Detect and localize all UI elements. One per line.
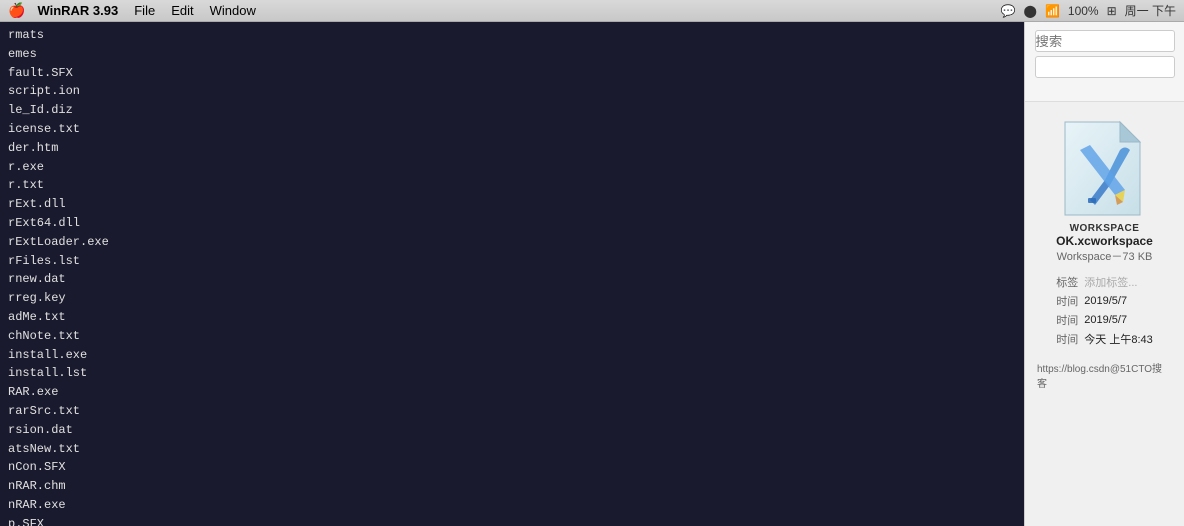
modified-label: 时间 xyxy=(1056,312,1084,328)
list-item[interactable]: atsNew.txt xyxy=(0,440,1024,459)
wifi-icon: 📶 xyxy=(1045,4,1060,18)
list-item[interactable]: rsion.dat xyxy=(0,421,1024,440)
list-item[interactable]: rmats xyxy=(0,26,1024,45)
list-item[interactable]: rExtLoader.exe xyxy=(0,233,1024,252)
list-item[interactable]: icense.txt xyxy=(0,120,1024,139)
accessed-label: 时间 xyxy=(1056,331,1084,347)
preview-icon-area: WORKSPACE OK.xcworkspace Workspace－73 KB… xyxy=(1025,102,1184,526)
tag-row: 标签 添加标签... xyxy=(1056,274,1152,290)
list-item[interactable]: nRAR.exe xyxy=(0,496,1024,515)
preview-meta: 标签 添加标签... 时间 2019/5/7 时间 2019/5/7 时间 今天… xyxy=(1048,270,1160,354)
preview-top xyxy=(1025,22,1184,102)
menu-file[interactable]: File xyxy=(134,3,155,18)
list-item[interactable]: adMe.txt xyxy=(0,308,1024,327)
list-item[interactable]: r.exe xyxy=(0,158,1024,177)
date-time: 周一 下午 xyxy=(1125,2,1176,19)
bluetooth-icon: ⬤ xyxy=(1024,4,1037,18)
list-item[interactable]: rExt.dll xyxy=(0,195,1024,214)
search-input-2[interactable] xyxy=(1035,56,1175,78)
menu-edit[interactable]: Edit xyxy=(171,3,193,18)
list-item[interactable]: rFiles.lst xyxy=(0,252,1024,271)
app-name[interactable]: WinRAR 3.93 xyxy=(37,3,118,18)
list-item[interactable]: nCon.SFX xyxy=(0,458,1024,477)
list-item[interactable]: fault.SFX xyxy=(0,64,1024,83)
list-item[interactable]: r.txt xyxy=(0,176,1024,195)
created-label: 时间 xyxy=(1056,293,1084,309)
list-item[interactable]: emes xyxy=(0,45,1024,64)
list-item[interactable]: der.htm xyxy=(0,139,1024,158)
list-item[interactable]: install.exe xyxy=(0,346,1024,365)
tag-label: 标签 xyxy=(1056,274,1084,290)
list-item[interactable]: rnew.dat xyxy=(0,270,1024,289)
blog-url[interactable]: https://blog.csdn@51CTO搜客 xyxy=(1029,354,1180,392)
list-item[interactable]: rExt64.dll xyxy=(0,214,1024,233)
grid-icon: ⊞ xyxy=(1107,4,1117,18)
modified-row: 时间 2019/5/7 xyxy=(1056,312,1152,328)
menubar: 🍎 WinRAR 3.93 File Edit Window 💬 ⬤ 📶 100… xyxy=(0,0,1184,22)
list-item[interactable]: install.lst xyxy=(0,364,1024,383)
list-item[interactable]: nRAR.chm xyxy=(0,477,1024,496)
main-container: rmatsemesfault.SFXscript.ionle_Id.dizice… xyxy=(0,22,1184,526)
battery-indicator: 100% xyxy=(1068,4,1099,18)
wechat-icon: 💬 xyxy=(1001,4,1016,18)
list-item[interactable]: script.ion xyxy=(0,82,1024,101)
list-item[interactable]: rarSrc.txt xyxy=(0,402,1024,421)
preview-panel: WORKSPACE OK.xcworkspace Workspace－73 KB… xyxy=(1024,22,1184,526)
list-item[interactable]: rreg.key xyxy=(0,289,1024,308)
modified-value: 2019/5/7 xyxy=(1084,314,1152,326)
menubar-right: 💬 ⬤ 📶 100% ⊞ 周一 下午 xyxy=(1001,2,1176,19)
list-item[interactable]: p.SFX xyxy=(0,515,1024,526)
file-icon: WORKSPACE xyxy=(1060,120,1150,220)
created-value: 2019/5/7 xyxy=(1084,295,1152,307)
list-item[interactable]: chNote.txt xyxy=(0,327,1024,346)
list-item[interactable]: le_Id.diz xyxy=(0,101,1024,120)
menu-window[interactable]: Window xyxy=(210,3,256,18)
search-input[interactable] xyxy=(1035,30,1175,52)
preview-subtitle: Workspace－73 KB xyxy=(1053,248,1157,270)
accessed-value: 今天 上午8:43 xyxy=(1084,331,1152,347)
list-item[interactable]: RAR.exe xyxy=(0,383,1024,402)
accessed-row: 时间 今天 上午8:43 xyxy=(1056,331,1152,347)
tag-value[interactable]: 添加标签... xyxy=(1084,274,1152,290)
apple-menu[interactable]: 🍎 xyxy=(8,2,25,19)
created-row: 时间 2019/5/7 xyxy=(1056,293,1152,309)
icon-label: WORKSPACE xyxy=(1060,223,1150,234)
file-panel[interactable]: rmatsemesfault.SFXscript.ionle_Id.dizice… xyxy=(0,22,1024,526)
